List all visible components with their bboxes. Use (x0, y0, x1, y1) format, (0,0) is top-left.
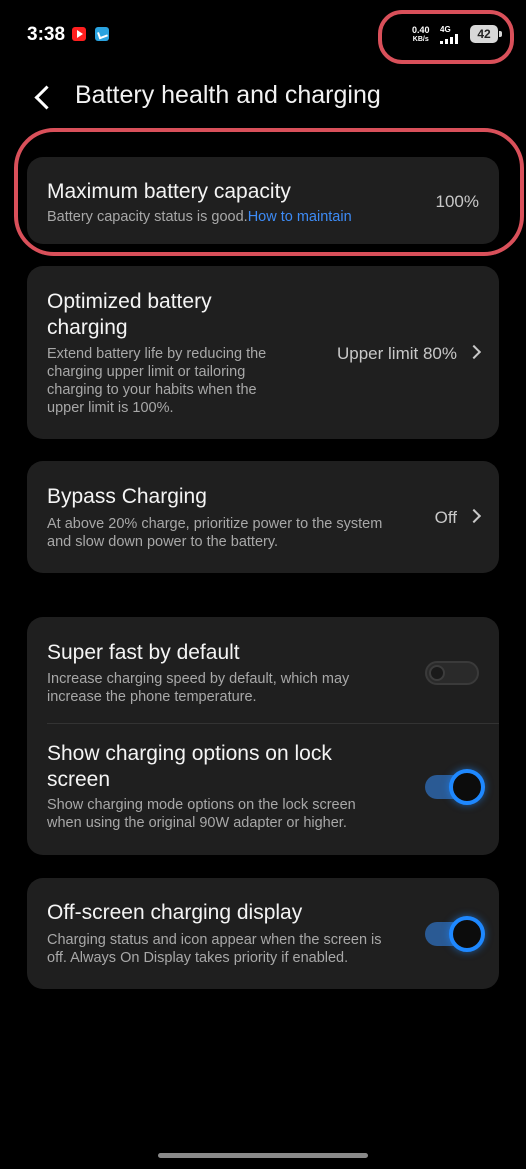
off-screen-display-card: Off-screen charging display Charging sta… (27, 878, 499, 989)
toggle-knob (449, 769, 485, 805)
signal-icon (440, 34, 464, 44)
optimized-charging-title-line2: charging (47, 316, 128, 339)
toggle-knob (449, 916, 485, 952)
bypass-charging-description: At above 20% charge, prioritize power to… (47, 515, 382, 551)
network-speed-unit: KB/s (412, 36, 429, 43)
optimized-charging-card: Optimized battery charging Extend batter… (27, 266, 499, 439)
optimized-charging-row[interactable]: Optimized battery charging Extend batter… (27, 266, 499, 439)
off-screen-display-title: Off-screen charging display (47, 901, 303, 924)
status-time: 3:38 (27, 24, 66, 45)
telegram-notification-icon (95, 27, 109, 41)
chevron-right-icon (466, 344, 482, 360)
network-speed: 0.40 KB/s (412, 26, 430, 44)
battery-icon: 42 (470, 25, 502, 43)
optimized-charging-title: Optimized battery charging (47, 289, 212, 341)
super-fast-description: Increase charging speed by default, whic… (47, 670, 349, 706)
off-screen-display-desc-line1: Charging status and icon appear when the… (47, 932, 382, 948)
max-capacity-card: Maximum battery capacity Battery capacit… (27, 157, 499, 244)
chevron-right-icon (466, 508, 482, 524)
bypass-charging-value: Off (434, 508, 482, 528)
off-screen-display-description: Charging status and icon appear when the… (47, 931, 382, 967)
optimized-charging-description: Extend battery life by reducing the char… (47, 345, 266, 417)
max-capacity-status: Battery capacity status is good. (47, 209, 248, 225)
optimized-charging-desc-line2: charging upper limit or tailoring (47, 364, 246, 380)
lock-screen-options-title: Show charging options on lock screen (47, 741, 332, 793)
lock-screen-options-title-line1: Show charging options on lock (47, 742, 332, 765)
max-capacity-title: Maximum battery capacity (47, 180, 291, 203)
home-indicator[interactable] (158, 1153, 368, 1158)
super-fast-desc-line2: increase the phone temperature. (47, 689, 257, 705)
optimized-charging-desc-line1: Extend battery life by reducing the (47, 346, 267, 362)
max-capacity-value: 100% (435, 192, 479, 211)
optimized-charging-value: Upper limit 80% (337, 344, 482, 364)
off-screen-display-toggle[interactable] (425, 916, 485, 952)
bypass-charging-card: Bypass Charging At above 20% charge, pri… (27, 461, 499, 573)
how-to-maintain-link[interactable]: How to maintain (248, 209, 352, 225)
youtube-notification-icon (72, 27, 86, 41)
network-type: 4G (440, 25, 451, 34)
bypass-charging-title: Bypass Charging (47, 485, 207, 508)
status-indicators: 0.40 KB/s 4G 42 (380, 10, 514, 62)
lock-screen-options-toggle[interactable] (425, 769, 485, 805)
charging-options-card: Super fast by default Increase charging … (27, 617, 499, 855)
lock-screen-options-title-line2: screen (47, 768, 111, 791)
upper-limit-label: Upper limit 80% (337, 344, 457, 363)
lock-screen-options-row[interactable]: Show charging options on lock screen Sho… (27, 724, 499, 855)
max-capacity-row[interactable]: Maximum battery capacity Battery capacit… (27, 157, 499, 244)
off-screen-display-desc-line2: off. Always On Display takes priority if… (47, 950, 349, 966)
super-fast-toggle[interactable] (425, 661, 479, 685)
optimized-charging-desc-line3: charging to your habits when the (47, 382, 257, 398)
super-fast-row[interactable]: Super fast by default Increase charging … (27, 617, 499, 723)
super-fast-desc-line1: Increase charging speed by default, whic… (47, 671, 350, 687)
lock-screen-options-description: Show charging mode options on the lock s… (47, 796, 356, 832)
bypass-charging-row[interactable]: Bypass Charging At above 20% charge, pri… (27, 461, 499, 573)
bypass-charging-desc-line2: and slow down power to the battery. (47, 534, 279, 550)
network-speed-value: 0.40 (412, 25, 430, 35)
optimized-charging-desc-line4: upper limit is 100%. (47, 400, 174, 416)
back-button[interactable] (24, 80, 60, 116)
page-title: Battery health and charging (75, 81, 381, 109)
max-capacity-description: Battery capacity status is good.How to m… (47, 208, 352, 226)
bypass-charging-desc-line1: At above 20% charge, prioritize power to… (47, 516, 383, 532)
lock-screen-options-desc-line1: Show charging mode options on the lock s… (47, 797, 356, 813)
optimized-charging-title-line1: Optimized battery (47, 290, 212, 313)
status-bar: 3:38 0.40 KB/s 4G 42 (0, 0, 526, 70)
lock-screen-options-desc-line2: when using the original 90W adapter or h… (47, 815, 347, 831)
off-screen-display-row[interactable]: Off-screen charging display Charging sta… (27, 878, 499, 989)
toggle-knob (429, 665, 445, 681)
bypass-charging-state: Off (434, 508, 457, 527)
super-fast-title: Super fast by default (47, 641, 240, 664)
screen: 3:38 0.40 KB/s 4G 42 Battery health and … (0, 0, 526, 1169)
